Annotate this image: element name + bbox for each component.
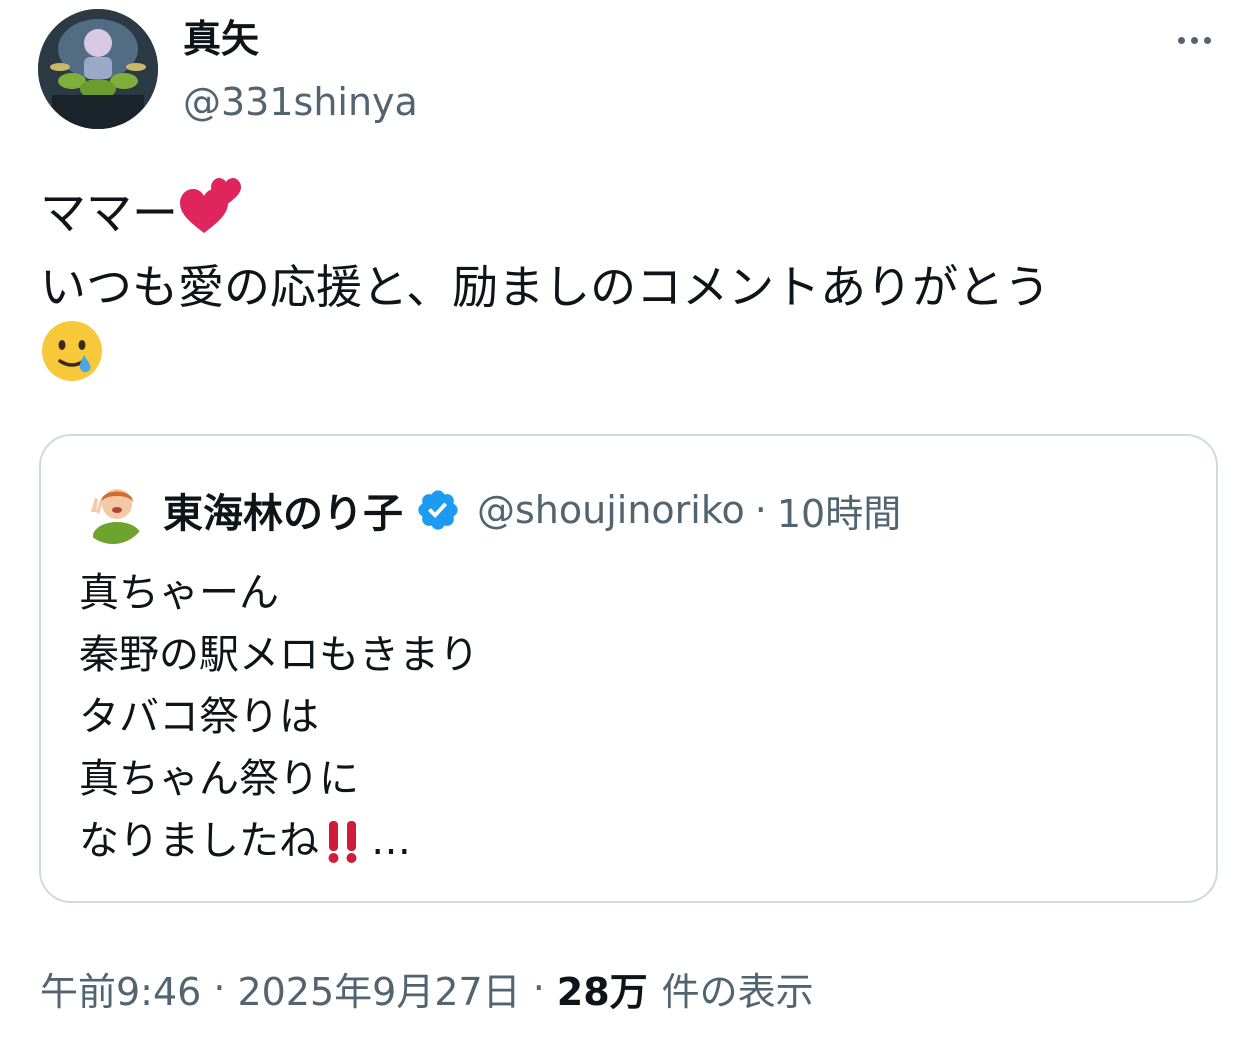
more-options-button[interactable]	[1166, 22, 1222, 58]
tweet-line-1-text: ママー	[40, 186, 178, 240]
quote-line-text: 秦野の駅メロもきまり	[79, 632, 479, 678]
quote-line: 秦野の駅メロもきまり	[79, 624, 479, 686]
tweet-line-1: ママー	[40, 176, 1200, 250]
quote-timestamp[interactable]: 10時間	[777, 483, 901, 538]
quote-author-name[interactable]: 東海林のり子	[163, 481, 403, 539]
more-dot-icon	[1190, 36, 1198, 44]
quote-separator: ·	[754, 488, 767, 532]
quote-header: 東海林のり子 @shoujinoriko · 10時間	[163, 482, 901, 538]
tweet-text: ママー いつも愛の応援と、励ましのコメントありがとう	[40, 176, 1200, 398]
quote-line: タバコ祭りは	[79, 686, 479, 748]
meta-separator: ·	[532, 966, 545, 1010]
quote-author-avatar[interactable]	[79, 476, 147, 544]
views-label: 件の表示	[661, 969, 814, 1014]
quote-line-text: 真ちゃーん	[79, 570, 279, 616]
quote-author-handle[interactable]: @shoujinoriko	[477, 488, 745, 532]
quote-line-text: タバコ祭りは	[79, 694, 319, 740]
tweet-date[interactable]: 2025年9月27日	[237, 961, 520, 1016]
quote-line: 真ちゃーん	[79, 562, 479, 624]
tweet-line-2: いつも愛の応援と、励ましのコメントありがとう	[40, 250, 1200, 324]
tweet-time[interactable]: 午前9:46	[40, 961, 201, 1016]
tweet: 真矢 @331shinya ママー いつも愛の応援と、励ましのコメントありがとう	[0, 0, 1236, 1038]
author-handle[interactable]: @331shinya	[183, 76, 418, 128]
meta-separator: ·	[213, 966, 226, 1010]
two-hearts-icon	[178, 171, 244, 256]
quote-line-text: 真ちゃん祭りに	[79, 756, 359, 802]
author-avatar-image	[38, 9, 158, 129]
quote-text: 真ちゃーん 秦野の駅メロもきまり タバコ祭りは 真ちゃん祭りに なりましたね …	[79, 562, 479, 872]
quote-line-text: なりましたね	[79, 818, 319, 864]
tweet-line-3	[40, 320, 1200, 398]
tweet-line-2-text: いつも愛の応援と、励ましのコメントありがとう	[40, 260, 1051, 314]
author-avatar[interactable]	[38, 9, 158, 129]
quote-avatar-image	[79, 476, 147, 544]
views-count[interactable]: 28万	[557, 961, 648, 1016]
tweet-meta: 午前9:46 · 2025年9月27日 · 28万 件の表示	[40, 958, 814, 1018]
verified-badge-icon	[415, 487, 461, 533]
face-holding-back-tears-icon	[40, 319, 104, 404]
more-dot-icon	[1203, 36, 1211, 44]
more-dot-icon	[1177, 36, 1185, 44]
quote-line: 真ちゃん祭りに	[79, 748, 479, 810]
quote-line: なりましたね …	[79, 810, 479, 872]
author-display-name[interactable]: 真矢	[183, 14, 259, 64]
quoted-tweet-card[interactable]: 東海林のり子 @shoujinoriko · 10時間 真ちゃーん 秦野の駅メロ…	[39, 434, 1218, 903]
quote-ellipsis: …	[371, 818, 411, 864]
double-exclamation-icon	[323, 817, 363, 865]
